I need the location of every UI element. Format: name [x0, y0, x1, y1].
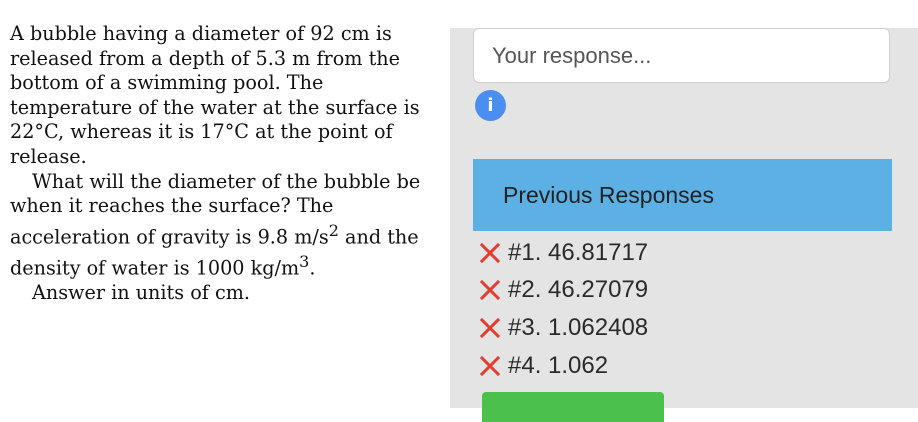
previous-responses-title: Previous Responses	[503, 181, 714, 208]
response-label: #4. 1.062	[508, 351, 609, 379]
incorrect-x-icon	[479, 317, 501, 339]
problem-paragraph-1: A bubble having a diameter of 92 cm is r…	[10, 22, 420, 168]
exponent-3: 3	[299, 251, 310, 271]
response-label: #2. 46.27079	[508, 276, 649, 304]
problem-units-note: Answer in units of cm.	[32, 280, 251, 304]
previous-responses-header: Previous Responses	[473, 159, 892, 231]
info-icon[interactable]: i	[475, 90, 506, 121]
response-input[interactable]	[473, 28, 890, 83]
list-item: #3. 1.062408	[478, 309, 648, 347]
list-item: #1. 46.81717	[478, 234, 648, 272]
response-panel: i Previous Responses #1. 46.81717 #2. 46…	[450, 28, 918, 422]
submit-button[interactable]	[482, 392, 664, 422]
response-label: #1. 46.81717	[508, 238, 649, 266]
problem-period: .	[309, 256, 316, 280]
problem-statement: A bubble having a diameter of 92 cm is r…	[10, 22, 432, 305]
exponent-2: 2	[328, 220, 339, 240]
previous-responses-list: #1. 46.81717 #2. 46.27079 #3. 1.062408 #…	[478, 234, 648, 384]
problem-paragraph-2: What will the diameter of the bubble be …	[10, 170, 432, 281]
response-label: #3. 1.062408	[508, 313, 649, 341]
incorrect-x-icon	[479, 242, 501, 263]
list-item: #2. 46.27079	[478, 272, 648, 310]
incorrect-x-icon	[479, 355, 501, 376]
list-item: #4. 1.062	[478, 347, 648, 385]
incorrect-x-icon	[479, 280, 501, 301]
